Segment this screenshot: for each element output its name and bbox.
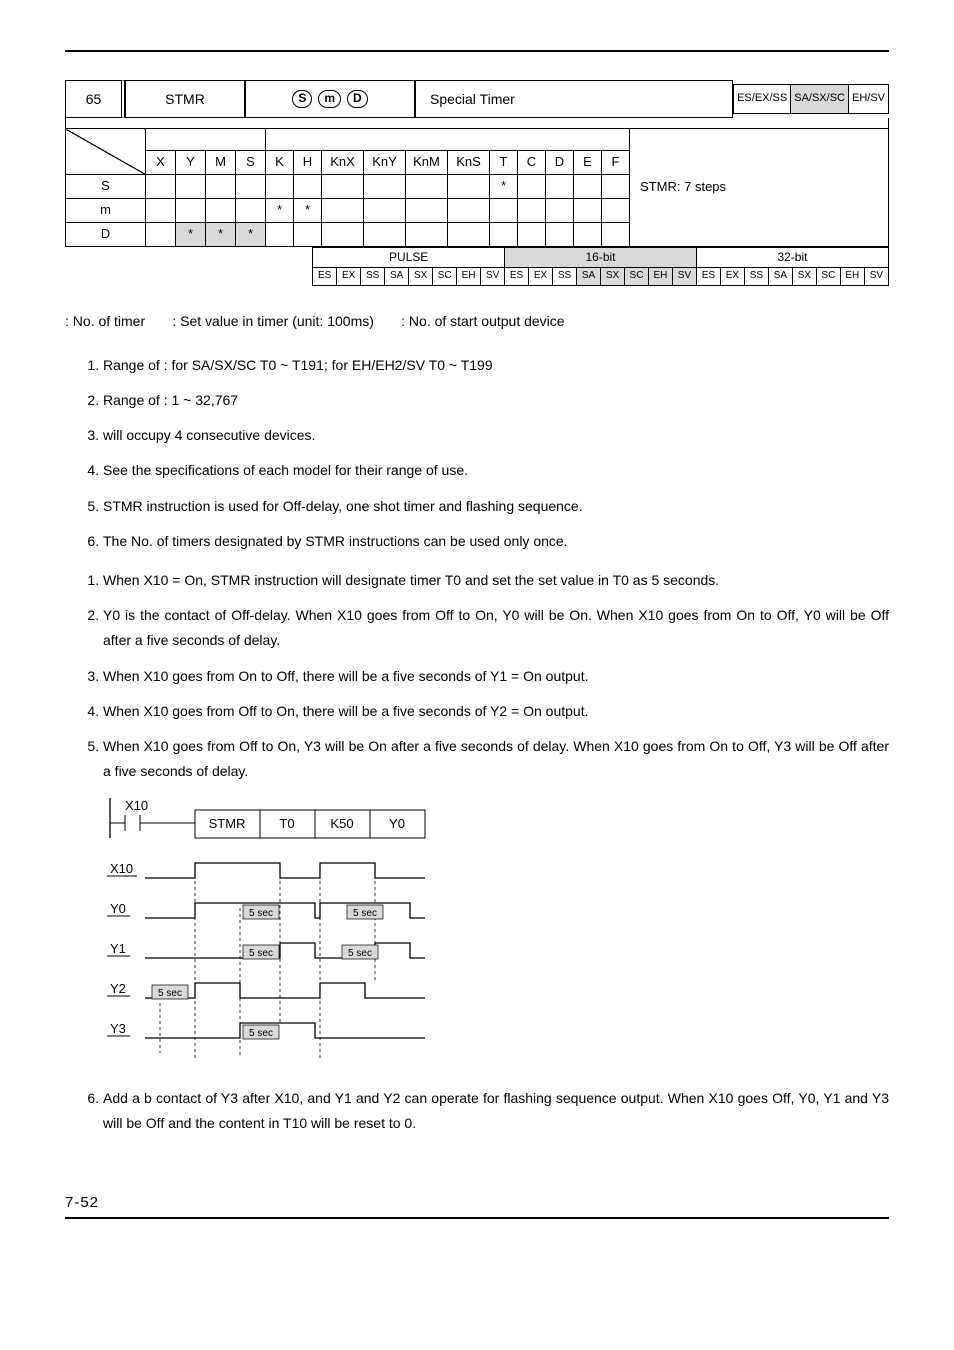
- ctrl-box-highlighted: SA/SX/SC: [790, 84, 848, 114]
- timing-row-label: Y3: [110, 1021, 126, 1036]
- col-head: T: [490, 151, 518, 175]
- api-controllers: ES/EX/SS SA/SX/SC EH/SV: [733, 80, 889, 118]
- col-head: C: [518, 151, 546, 175]
- api-header-box: 65 STMR S m D Special Timer ES/EX/SS SA/…: [65, 80, 889, 286]
- timing-row-label: Y1: [110, 941, 126, 956]
- api-number: 65: [65, 80, 125, 118]
- format-support-table: PULSE 16-bit 32-bit ESEXSSSASXSCEHSV ESE…: [312, 247, 889, 286]
- col-head: F: [602, 151, 630, 175]
- foot-group-shaded: 16-bit: [505, 247, 697, 267]
- api-operands: S m D: [245, 80, 415, 118]
- operand-chip: D: [347, 90, 368, 108]
- col-head: M: [206, 151, 236, 175]
- foot-group: 32-bit: [696, 247, 888, 267]
- ladder-diagram: X10 STMR T0 K50 Y0: [110, 798, 425, 838]
- mark-cell: *: [490, 175, 518, 199]
- mark-cell: *: [294, 198, 322, 222]
- foot-group: PULSE: [313, 247, 505, 267]
- list-item: STMR instruction is used for Off-delay, …: [103, 494, 889, 519]
- api-mnemonic: STMR: [125, 80, 245, 118]
- list-item: Y0 is the contact of Off-delay. When X10…: [103, 603, 889, 653]
- row-label: D: [66, 222, 146, 246]
- operands-description: : No. of timer : Set value in timer (uni…: [65, 311, 889, 331]
- delay-label: 5 sec: [249, 948, 273, 959]
- ladder-param: K50: [330, 816, 353, 831]
- mark-cell-shaded: *: [176, 222, 206, 246]
- ctrl-box: EH/SV: [848, 84, 889, 114]
- col-head: KnX: [322, 151, 364, 175]
- diag-cell: [66, 129, 146, 175]
- col-head: D: [546, 151, 574, 175]
- ladder-contact-label: X10: [125, 798, 148, 813]
- col-head: H: [294, 151, 322, 175]
- row-label: S: [66, 175, 146, 199]
- delay-label: 5 sec: [158, 988, 182, 999]
- ladder-param: Y0: [389, 816, 405, 831]
- timing-row-label: Y2: [110, 981, 126, 996]
- col-head: E: [574, 151, 602, 175]
- list-item: When X10 goes from Off to On, Y3 will be…: [103, 734, 889, 784]
- program-example-list-cont: Add a b contact of Y3 after X10, and Y1 …: [85, 1086, 889, 1136]
- delay-label: 5 sec: [249, 1028, 273, 1039]
- list-item: When X10 = On, STMR instruction will des…: [103, 568, 889, 593]
- col-head: S: [236, 151, 266, 175]
- col-head: KnM: [406, 151, 448, 175]
- ladder-param: T0: [279, 816, 294, 831]
- bit-group: [146, 129, 266, 151]
- delay-label: 5 sec: [348, 948, 372, 959]
- col-head: K: [266, 151, 294, 175]
- list-item: When X10 goes from Off to On, there will…: [103, 699, 889, 724]
- operand-desc: : No. of start output device: [401, 313, 564, 329]
- row-label: m: [66, 198, 146, 222]
- list-item: The No. of timers designated by STMR ins…: [103, 529, 889, 554]
- api-function: Special Timer: [415, 80, 733, 118]
- mark-cell-shaded: *: [206, 222, 236, 246]
- timing-row-label: X10: [110, 861, 133, 876]
- ctrl-box: ES/EX/SS: [733, 84, 790, 114]
- col-head: Y: [176, 151, 206, 175]
- operand-chip: S: [292, 90, 312, 108]
- ladder-instr: STMR: [209, 816, 246, 831]
- timing-row-label: Y0: [110, 901, 126, 916]
- list-item: Add a b contact of Y3 after X10, and Y1 …: [103, 1086, 889, 1136]
- list-item: See the specifications of each model for…: [103, 458, 889, 483]
- mark-cell-shaded: *: [236, 222, 266, 246]
- program-steps: STMR: 7 steps: [630, 129, 889, 246]
- program-example-list: When X10 = On, STMR instruction will des…: [85, 568, 889, 784]
- col-head: KnY: [364, 151, 406, 175]
- page-number: 7-52: [65, 1192, 889, 1214]
- mark-cell: *: [266, 198, 294, 222]
- word-group: [266, 129, 630, 151]
- operand-desc: : No. of timer: [65, 313, 145, 329]
- explanations-list: Range of : for SA/SX/SC T0 ~ T191; for E…: [85, 353, 889, 554]
- list-item: will occupy 4 consecutive devices.: [103, 423, 889, 448]
- col-head: X: [146, 151, 176, 175]
- list-item: When X10 goes from On to Off, there will…: [103, 664, 889, 689]
- operand-chip: m: [318, 90, 341, 108]
- list-item: Range of : 1 ~ 32,767: [103, 388, 889, 413]
- timing-chart: X10 Y0 5 sec 5 sec Y1 5 sec 5 sec Y2: [107, 861, 425, 1058]
- operand-desc: : Set value in timer (unit: 100ms): [172, 313, 374, 329]
- ladder-and-timing-diagram: X10 STMR T0 K50 Y0 X10 Y0: [85, 798, 889, 1068]
- list-item: Range of : for SA/SX/SC T0 ~ T191; for E…: [103, 353, 889, 378]
- delay-label: 5 sec: [353, 908, 377, 919]
- col-head: KnS: [448, 151, 490, 175]
- device-range-table: STMR: 7 steps X Y M S K H KnX KnY KnM Kn…: [65, 128, 889, 246]
- delay-label: 5 sec: [249, 908, 273, 919]
